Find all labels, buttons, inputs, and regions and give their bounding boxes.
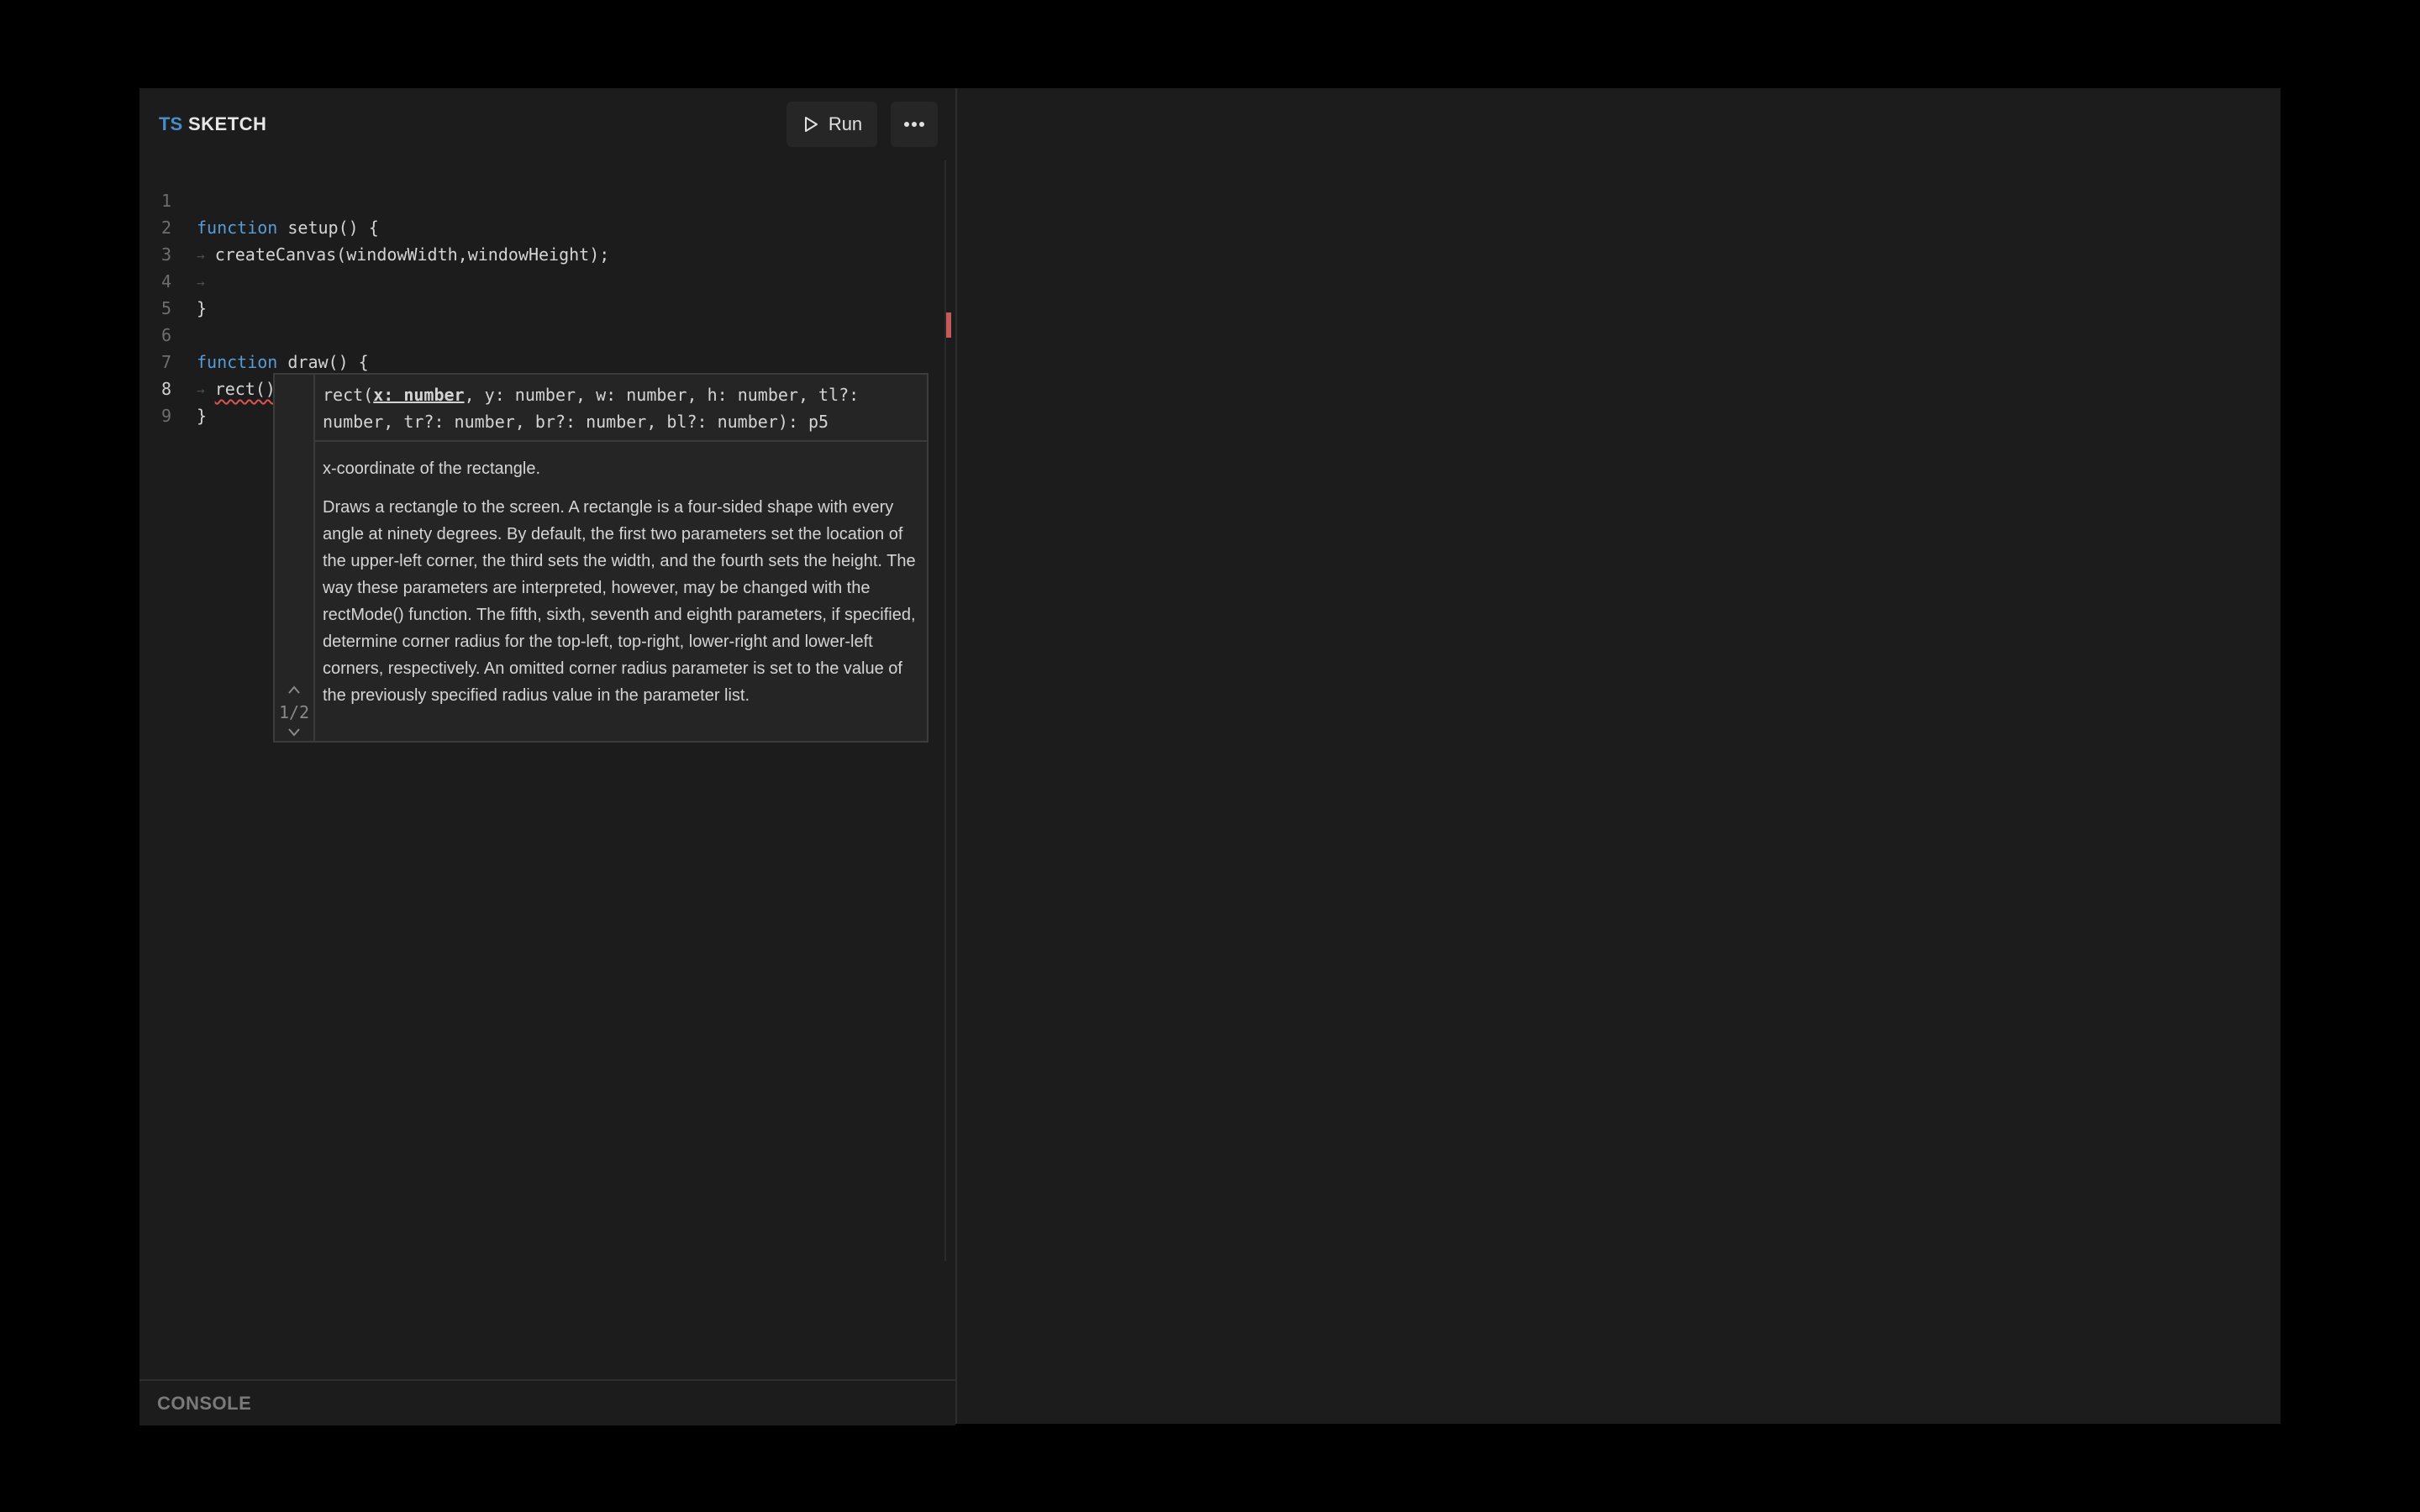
line-number: 3 (160, 244, 171, 265)
console-panel[interactable]: CONSOLE (139, 1379, 955, 1425)
chevron-down-icon[interactable] (286, 726, 302, 739)
editor-pane: TS SKETCH Run 1 2 function setup() {3 →… (139, 88, 957, 1425)
code-token: setup() { (277, 218, 379, 238)
code-line: 3 → createCanvas(windowWidth,windowHeigh… (139, 241, 929, 268)
more-options-button[interactable] (891, 102, 938, 147)
line-number: 5 (160, 298, 171, 318)
keyword-token: function (197, 352, 278, 372)
code-token: createCanvas(windowWidth,windowHeight); (214, 244, 610, 265)
line-number: 9 (160, 406, 171, 426)
line-text: function setup() { (197, 218, 379, 238)
parameter-documentation: x-coordinate of the rectangle. (323, 459, 541, 478)
line-number: 2 (160, 218, 171, 238)
signature-counter: 1/2 (278, 702, 310, 722)
code-line: 5 } (139, 295, 929, 322)
code-token: draw() { (277, 352, 369, 372)
line-number: 7 (160, 352, 171, 372)
signature-help-popup: 1/2 rect(x: number, y: number, w: number… (273, 373, 929, 743)
play-icon (804, 117, 818, 132)
run-button-label: Run (828, 113, 863, 134)
line-text: } (197, 298, 208, 318)
line-text: } (197, 406, 208, 426)
function-documentation: Draws a rectangle to the screen. A recta… (323, 498, 916, 705)
tab-indicator-icon: → (197, 382, 205, 398)
signature-nav: 1/2 (275, 375, 315, 741)
tab-indicator-icon: → (197, 275, 205, 291)
error-marker (946, 312, 951, 338)
code-line: 2 function setup() { (139, 214, 929, 241)
code-line: 7 function draw() { (139, 349, 929, 375)
line-number: 8 (160, 379, 171, 399)
console-label: CONSOLE (157, 1393, 252, 1414)
code-line: 6 (139, 322, 929, 349)
line-number: 6 (160, 325, 171, 345)
app-window: TS SKETCH Run 1 2 function setup() {3 →… (139, 88, 2281, 1425)
line-text: → (197, 271, 205, 291)
divider (313, 440, 927, 442)
keyword-token: function (197, 218, 278, 238)
ellipsis-icon (904, 122, 924, 127)
code-line: 1 (139, 187, 929, 214)
signature-prefix: rect( (323, 385, 374, 405)
file-title: SKETCH (188, 113, 267, 134)
signature-text: rect(x: number, y: number, w: number, h:… (323, 381, 919, 435)
chevron-up-icon[interactable] (286, 683, 302, 696)
preview-canvas (957, 88, 2281, 1424)
error-token: rect() (214, 379, 276, 399)
line-text: → createCanvas(windowWidth,windowHeight)… (197, 244, 609, 265)
code-editor[interactable]: 1 2 function setup() { 3 → createCanvas(… (139, 160, 946, 1336)
editor-header: TS SKETCH Run (139, 88, 955, 160)
line-number: 1 (160, 191, 171, 211)
line-number: 4 (160, 271, 171, 291)
run-button[interactable]: Run (786, 102, 877, 147)
line-text: → rect() (197, 379, 276, 399)
line-text: function draw() { (197, 352, 369, 372)
active-parameter: x: number (373, 385, 465, 405)
tab-indicator-icon: → (197, 248, 205, 264)
code-line: 4 → (139, 268, 929, 295)
typescript-file-badge: TS (159, 113, 183, 134)
